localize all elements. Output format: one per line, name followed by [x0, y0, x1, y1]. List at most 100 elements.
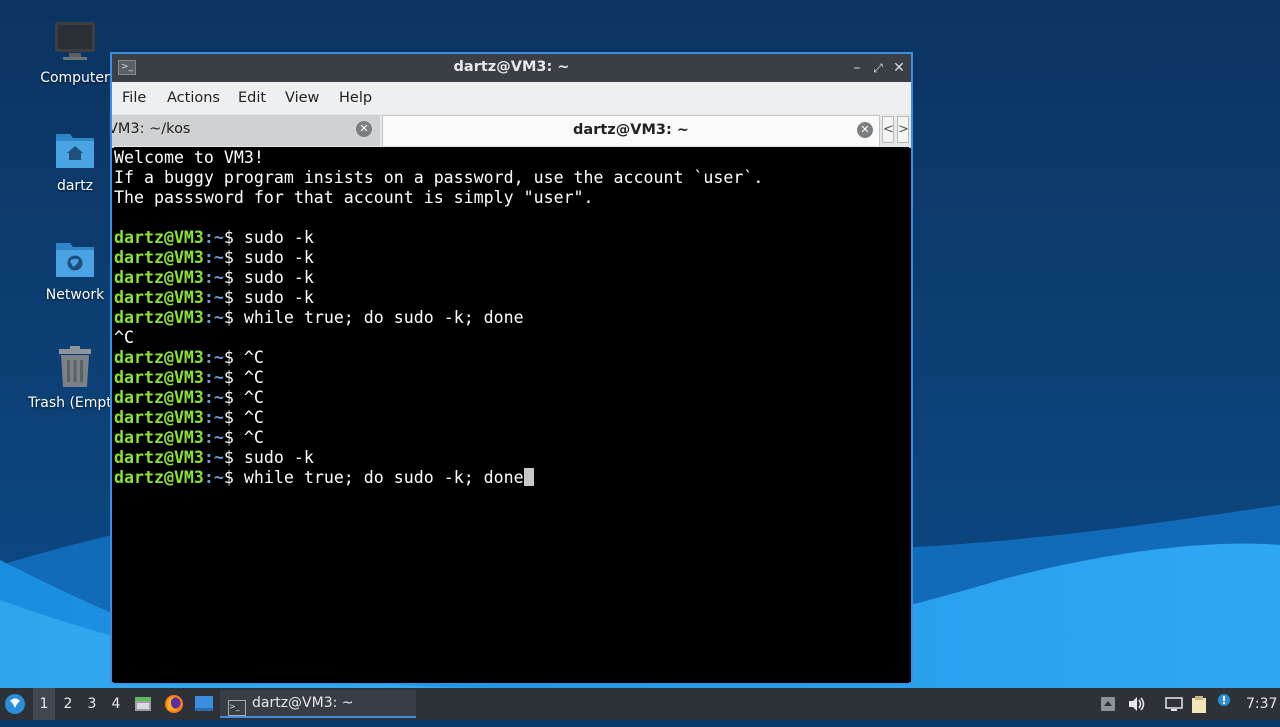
prompt-path: ~ — [213, 248, 224, 267]
prompt-separator: : — [203, 248, 214, 267]
command-text: $ sudo -k — [223, 448, 314, 467]
app-menu-button[interactable] — [4, 688, 28, 720]
tab-kos[interactable]: VM3: ~/kos ✕ — [112, 115, 380, 146]
terminal-window[interactable]: >_ dartz@VM3: ~ – ⤢ ✕ File Actions Edit … — [110, 52, 913, 684]
prompt-separator: : — [203, 288, 214, 307]
file-manager-launcher[interactable] — [134, 688, 154, 720]
terminal-line: dartz@VM3:~$ while true; do sudo -k; don… — [114, 308, 909, 328]
workspace-2[interactable]: 2 — [57, 688, 79, 720]
command-text: $ ^C — [223, 348, 264, 367]
terminal-line: dartz@VM3:~$ sudo -k — [114, 268, 909, 288]
text-cursor — [523, 468, 534, 486]
prompt-user: dartz@VM3 — [114, 248, 204, 267]
tab-close-icon[interactable]: ✕ — [356, 121, 372, 137]
network-status-icon[interactable] — [1165, 696, 1183, 712]
prompt-user: dartz@VM3 — [114, 348, 204, 367]
tab-home[interactable]: dartz@VM3: ~ ✕ — [382, 115, 880, 146]
workspace-3[interactable]: 3 — [81, 688, 103, 720]
volume-icon[interactable] — [1128, 696, 1145, 712]
prompt-user: dartz@VM3 — [114, 428, 204, 447]
command-text: $ ^C — [223, 428, 264, 447]
clock[interactable]: 7:37 — [1246, 688, 1277, 720]
terminal-line: ^C — [114, 328, 909, 348]
prompt-user: dartz@VM3 — [114, 468, 204, 487]
minimize-button[interactable]: – — [848, 58, 866, 78]
prompt-separator: : — [203, 388, 214, 407]
prompt-path: ~ — [213, 268, 224, 287]
prompt-path: ~ — [213, 428, 224, 447]
tab-label: VM3: ~/kos — [112, 121, 191, 137]
window-titlebar[interactable]: >_ dartz@VM3: ~ – ⤢ ✕ — [112, 54, 911, 82]
prompt-user: dartz@VM3 — [114, 268, 204, 287]
terminal-line: dartz@VM3:~$ ^C — [114, 428, 909, 448]
prompt-user: dartz@VM3 — [114, 368, 204, 387]
tab-scroll-left-button[interactable]: < — [882, 116, 894, 143]
lxqt-logo-icon — [5, 694, 25, 714]
prompt-separator: : — [203, 408, 214, 427]
output-text: Welcome to VM3! — [114, 148, 264, 167]
menu-file[interactable]: File — [122, 90, 146, 106]
prompt-path: ~ — [213, 408, 224, 427]
trash-icon — [53, 345, 97, 389]
clipboard-icon[interactable] — [1190, 696, 1206, 713]
terminal-output[interactable]: Welcome to VM3! If a buggy program insist… — [114, 147, 909, 683]
maximize-button[interactable]: ⤢ — [869, 58, 887, 78]
prompt-user: dartz@VM3 — [114, 448, 204, 467]
command-text: $ ^C — [223, 388, 264, 407]
prompt-user: dartz@VM3 — [114, 308, 204, 327]
menu-view[interactable]: View — [285, 90, 319, 106]
show-desktop-button[interactable] — [194, 688, 216, 720]
prompt-user: dartz@VM3 — [114, 388, 204, 407]
terminal-task-icon: >_ — [228, 700, 246, 716]
file-manager-icon — [135, 697, 151, 711]
tray-up-arrow-icon[interactable] — [1100, 696, 1116, 712]
command-text: $ sudo -k — [223, 248, 314, 267]
command-text: $ sudo -k — [223, 228, 314, 247]
menubar: File Actions Edit View Help — [112, 82, 911, 114]
prompt-path: ~ — [213, 308, 224, 327]
tab-close-icon[interactable]: ✕ — [857, 122, 873, 138]
terminal-line: dartz@VM3:~$ ^C — [114, 388, 909, 408]
prompt-user: dartz@VM3 — [114, 288, 204, 307]
taskbar: 1 2 3 4 >_ dartz@VM3: ~ 7:37 — [0, 688, 1280, 720]
prompt-path: ~ — [213, 388, 224, 407]
output-text: If a buggy program insists on a password… — [114, 168, 764, 187]
terminal-line: dartz@VM3:~$ sudo -k — [114, 228, 909, 248]
tab-scroll-right-button[interactable]: > — [897, 116, 909, 143]
command-text: $ while true; do sudo -k; done — [223, 308, 524, 327]
prompt-path: ~ — [213, 368, 224, 387]
menu-actions[interactable]: Actions — [167, 90, 220, 106]
firefox-launcher[interactable] — [164, 688, 186, 720]
notification-icon[interactable] — [1216, 693, 1232, 709]
menu-edit[interactable]: Edit — [238, 90, 266, 106]
terminal-line: The passsword for that account is simply… — [114, 188, 909, 208]
prompt-separator: : — [203, 448, 214, 467]
network-folder-icon — [53, 237, 97, 281]
computer-icon — [53, 20, 97, 64]
output-text: The passsword for that account is simply… — [114, 188, 594, 207]
workspace-1[interactable]: 1 — [33, 688, 55, 720]
prompt-separator: : — [203, 428, 214, 447]
terminal-line: Welcome to VM3! — [114, 148, 909, 168]
prompt-path: ~ — [213, 228, 224, 247]
taskbar-task-terminal[interactable]: >_ dartz@VM3: ~ — [220, 690, 416, 718]
window-title: dartz@VM3: ~ — [453, 59, 570, 75]
terminal-line: dartz@VM3:~$ ^C — [114, 408, 909, 428]
terminal-line: dartz@VM3:~$ while true; do sudo -k; don… — [114, 468, 909, 488]
tab-bar: VM3: ~/kos ✕ dartz@VM3: ~ ✕ — [112, 114, 911, 148]
terminal-line: dartz@VM3:~$ ^C — [114, 368, 909, 388]
workspace-4[interactable]: 4 — [105, 688, 127, 720]
close-button[interactable]: ✕ — [890, 58, 908, 78]
prompt-separator: : — [203, 308, 214, 327]
menu-help[interactable]: Help — [339, 90, 372, 106]
home-folder-icon — [53, 128, 97, 172]
output-text: ^C — [114, 328, 134, 347]
command-text: $ while true; do sudo -k; done — [223, 468, 524, 487]
prompt-path: ~ — [213, 448, 224, 467]
command-text: $ ^C — [223, 368, 264, 387]
command-text: $ sudo -k — [223, 288, 314, 307]
command-text: $ sudo -k — [223, 268, 314, 287]
desktop-icon — [195, 696, 213, 711]
prompt-path: ~ — [213, 348, 224, 367]
